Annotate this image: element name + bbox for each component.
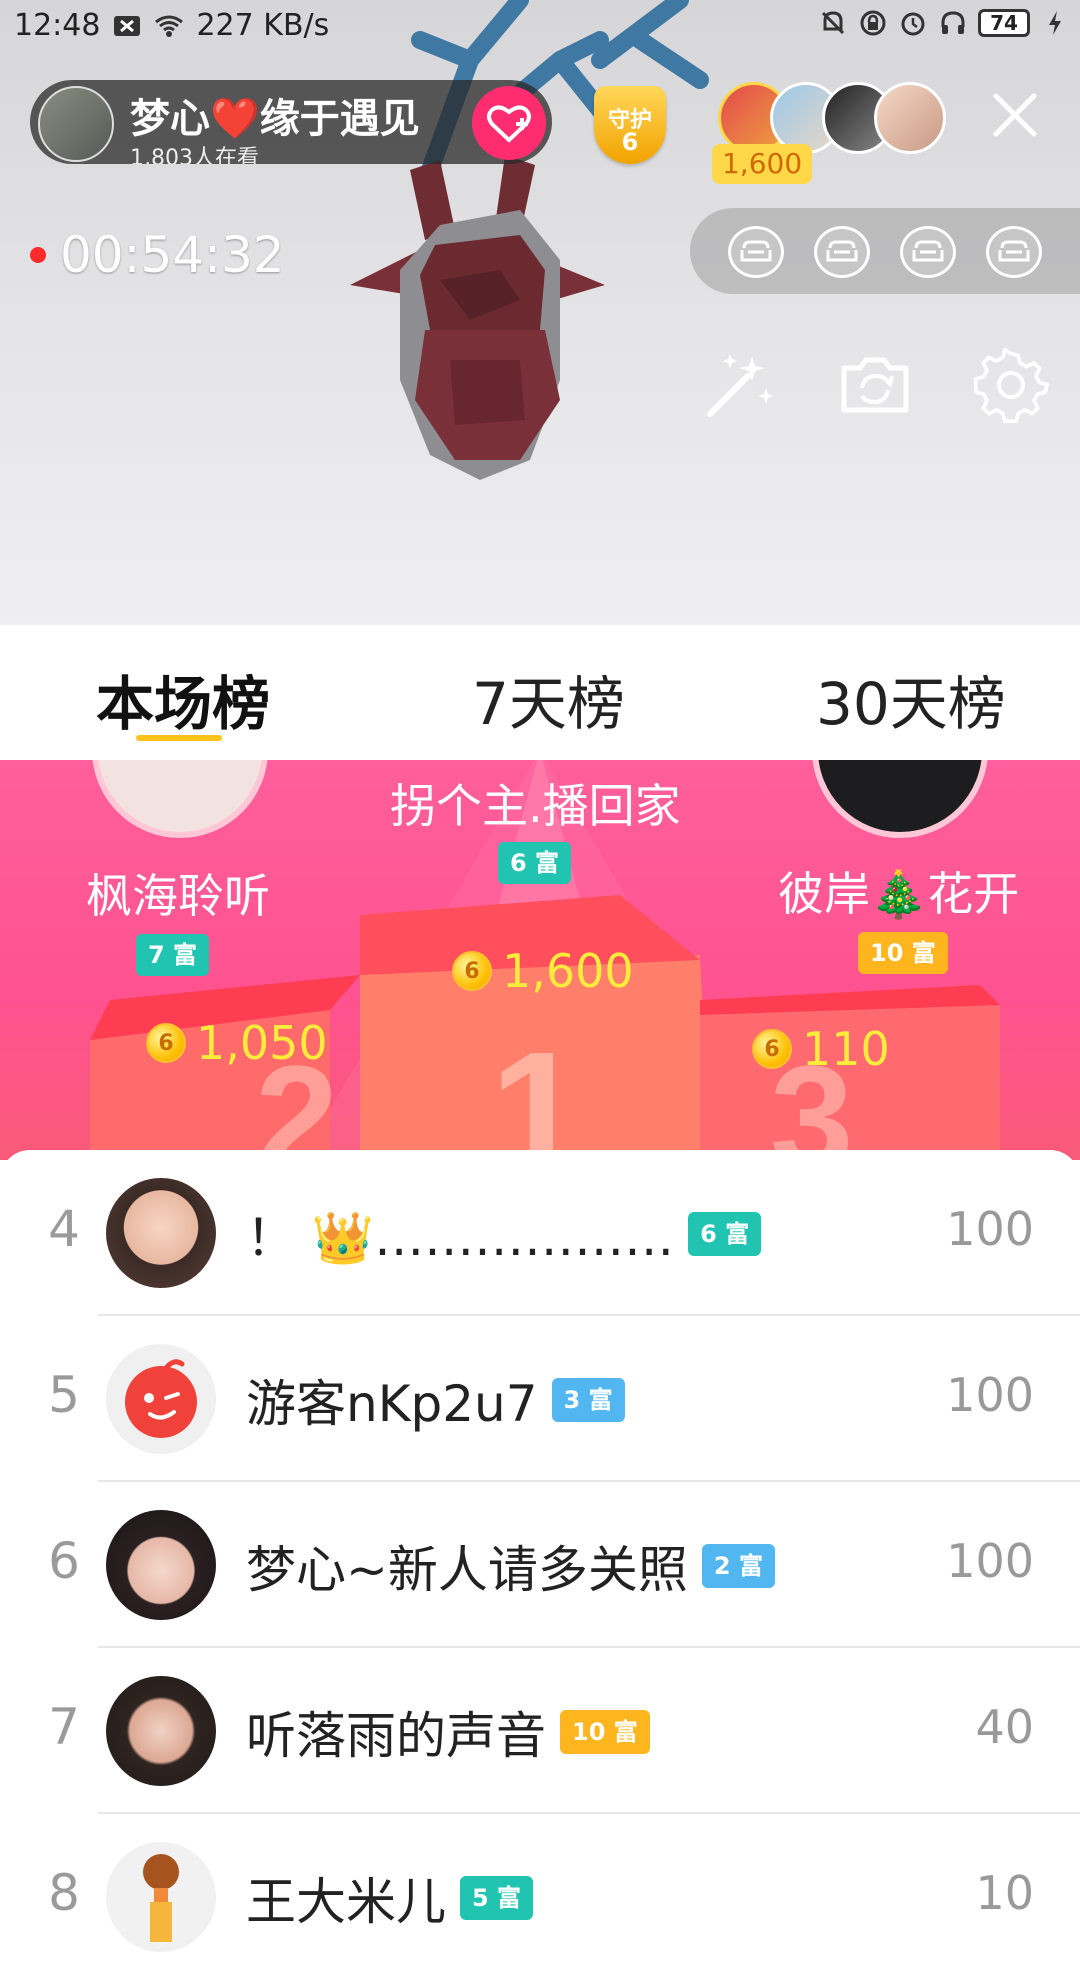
wealth-level-badge: 6 富 xyxy=(688,1212,762,1256)
coin-icon: 6 xyxy=(752,1029,792,1069)
host-info-pill[interactable]: 梦心❤️缘于遇见 1,803人在看 xyxy=(30,80,552,164)
contribution-score: 100 xyxy=(946,1368,1034,1422)
podium-first-level: 6 富 xyxy=(498,842,572,884)
username: 听落雨的声音 xyxy=(246,1707,546,1765)
close-icon xyxy=(993,93,1037,137)
rank-number: 6 xyxy=(48,1532,80,1590)
alarm-off-icon xyxy=(818,8,848,38)
tab-current-session[interactable]: 本场榜 xyxy=(96,657,270,741)
top3-podium: 2 1 3 拐个主.播回家 6 富 6 1,600 枫海聆听 7 富 6 1,0… xyxy=(0,760,1080,1160)
contribution-score: 100 xyxy=(946,1534,1034,1588)
podium-first-score: 6 1,600 xyxy=(452,944,634,998)
flip-camera-icon xyxy=(841,357,909,413)
username: 梦心~新人请多关照 xyxy=(246,1541,688,1599)
sofa-seat-icon[interactable] xyxy=(900,226,956,278)
list-item[interactable]: 7 听落雨的声音 10 富 40 xyxy=(0,1648,1080,1814)
charging-icon xyxy=(1040,8,1070,38)
avatar[interactable] xyxy=(106,1344,216,1454)
username-line: 梦心~新人请多关照 2 富 xyxy=(246,1530,775,1602)
podium-second-name[interactable]: 枫海聆听 xyxy=(86,860,270,926)
leaderboard-tabs: 本场榜 7天榜 30天榜 xyxy=(0,625,1080,759)
contribution-score: 40 xyxy=(975,1700,1034,1754)
podium-second-level: 7 富 xyxy=(136,934,210,976)
host-name: 梦心❤️缘于遇见 xyxy=(130,96,420,142)
wifi-icon xyxy=(154,11,184,41)
list-item[interactable]: 4 ！ 👑……………… 6 富 100 xyxy=(0,1150,1080,1316)
guard-badge[interactable]: 守护 6 xyxy=(582,80,678,170)
username-line: ！ 👑……………… 6 富 xyxy=(246,1198,762,1270)
rank-number: 8 xyxy=(48,1864,80,1922)
podium-first-name[interactable]: 拐个主.播回家 xyxy=(390,770,681,836)
username: ！ 👑……………… xyxy=(246,1209,675,1267)
wealth-level-badge: 2 富 xyxy=(701,1544,775,1588)
coin-icon: 6 xyxy=(146,1023,186,1063)
wealth-level-badge: 10 富 xyxy=(560,1710,650,1754)
podium-second-score: 6 1,050 xyxy=(146,1016,328,1070)
list-item[interactable]: 6 梦心~新人请多关照 2 富 100 xyxy=(0,1482,1080,1648)
username-line: 游客nKp2u7 3 富 xyxy=(246,1364,625,1436)
sofa-seat-icon[interactable] xyxy=(986,226,1042,278)
top-contribution-count: 1,600 xyxy=(712,144,813,184)
settings-button[interactable] xyxy=(972,346,1050,424)
coin-icon: 6 xyxy=(452,951,492,991)
status-time: 12:48 xyxy=(14,8,101,43)
notification-icon xyxy=(112,11,142,41)
wealth-level-badge: 5 富 xyxy=(460,1876,534,1920)
avatar[interactable] xyxy=(106,1178,216,1288)
podium-third-level: 10 富 xyxy=(858,932,948,974)
sofa-seat-icon[interactable] xyxy=(728,226,784,278)
magic-wand-icon xyxy=(707,354,774,417)
live-video: 12:48 227 KB/s 74 梦心❤️缘于遇见 1,803人在看 守护 6… xyxy=(0,0,1080,625)
rank-number: 5 xyxy=(48,1366,80,1424)
rank-number: 4 xyxy=(48,1200,80,1258)
heart-plus-icon xyxy=(487,105,531,143)
avatar[interactable] xyxy=(106,1676,216,1786)
live-timer: 00:54:32 xyxy=(30,226,285,284)
rank-number: 7 xyxy=(48,1698,80,1756)
avatar[interactable] xyxy=(106,1842,216,1952)
guard-level: 6 xyxy=(621,128,639,156)
avatar[interactable] xyxy=(106,1510,216,1620)
cartoon-girl-icon xyxy=(143,1854,179,1942)
follow-button[interactable] xyxy=(472,86,546,160)
ranking-list: 4 ！ 👑……………… 6 富 100 5 游客nKp2u7 3 富 100 6 xyxy=(0,1150,1080,1952)
active-tab-indicator xyxy=(136,735,222,741)
svg-text:1: 1 xyxy=(490,1017,585,1160)
close-button[interactable] xyxy=(990,90,1040,140)
beauty-filter-button[interactable] xyxy=(700,346,778,424)
list-item[interactable]: 8 王大米儿 5 富 10 xyxy=(0,1814,1080,1980)
alarm-icon xyxy=(898,8,928,38)
flip-camera-button[interactable] xyxy=(836,346,914,424)
viewer-avatar[interactable] xyxy=(874,82,946,154)
username-line: 王大米儿 5 富 xyxy=(246,1862,534,1934)
podium-third-score: 6 110 xyxy=(752,1022,890,1076)
contribution-score: 100 xyxy=(946,1202,1034,1256)
status-bar: 12:48 227 KB/s 74 xyxy=(0,0,1080,56)
lock-rotation-icon xyxy=(858,8,888,38)
viewer-count: 1,803人在看 xyxy=(130,146,259,164)
timer-text: 00:54:32 xyxy=(60,226,285,284)
headphones-icon xyxy=(938,8,968,38)
recording-dot-icon xyxy=(30,247,46,263)
username-line: 听落雨的声音 10 富 xyxy=(246,1696,650,1768)
tab-7-days[interactable]: 7天榜 xyxy=(472,657,625,741)
guest-logo-icon xyxy=(125,1359,197,1438)
list-item[interactable]: 5 游客nKp2u7 3 富 100 xyxy=(0,1316,1080,1482)
sofa-seat-icon[interactable] xyxy=(814,226,870,278)
username: 游客nKp2u7 xyxy=(246,1375,538,1433)
tab-30-days[interactable]: 30天榜 xyxy=(816,657,1006,741)
podium-third-name[interactable]: 彼岸🎄花开 xyxy=(778,858,1019,924)
contribution-score: 10 xyxy=(975,1866,1034,1920)
battery-icon: 74 xyxy=(978,9,1030,37)
network-speed: 227 KB/s xyxy=(196,8,330,43)
settings-gear-icon xyxy=(973,347,1050,424)
host-avatar[interactable] xyxy=(38,86,114,162)
username: 王大米儿 xyxy=(246,1873,446,1931)
wealth-level-badge: 3 富 xyxy=(551,1378,625,1422)
guest-seats xyxy=(690,208,1080,294)
